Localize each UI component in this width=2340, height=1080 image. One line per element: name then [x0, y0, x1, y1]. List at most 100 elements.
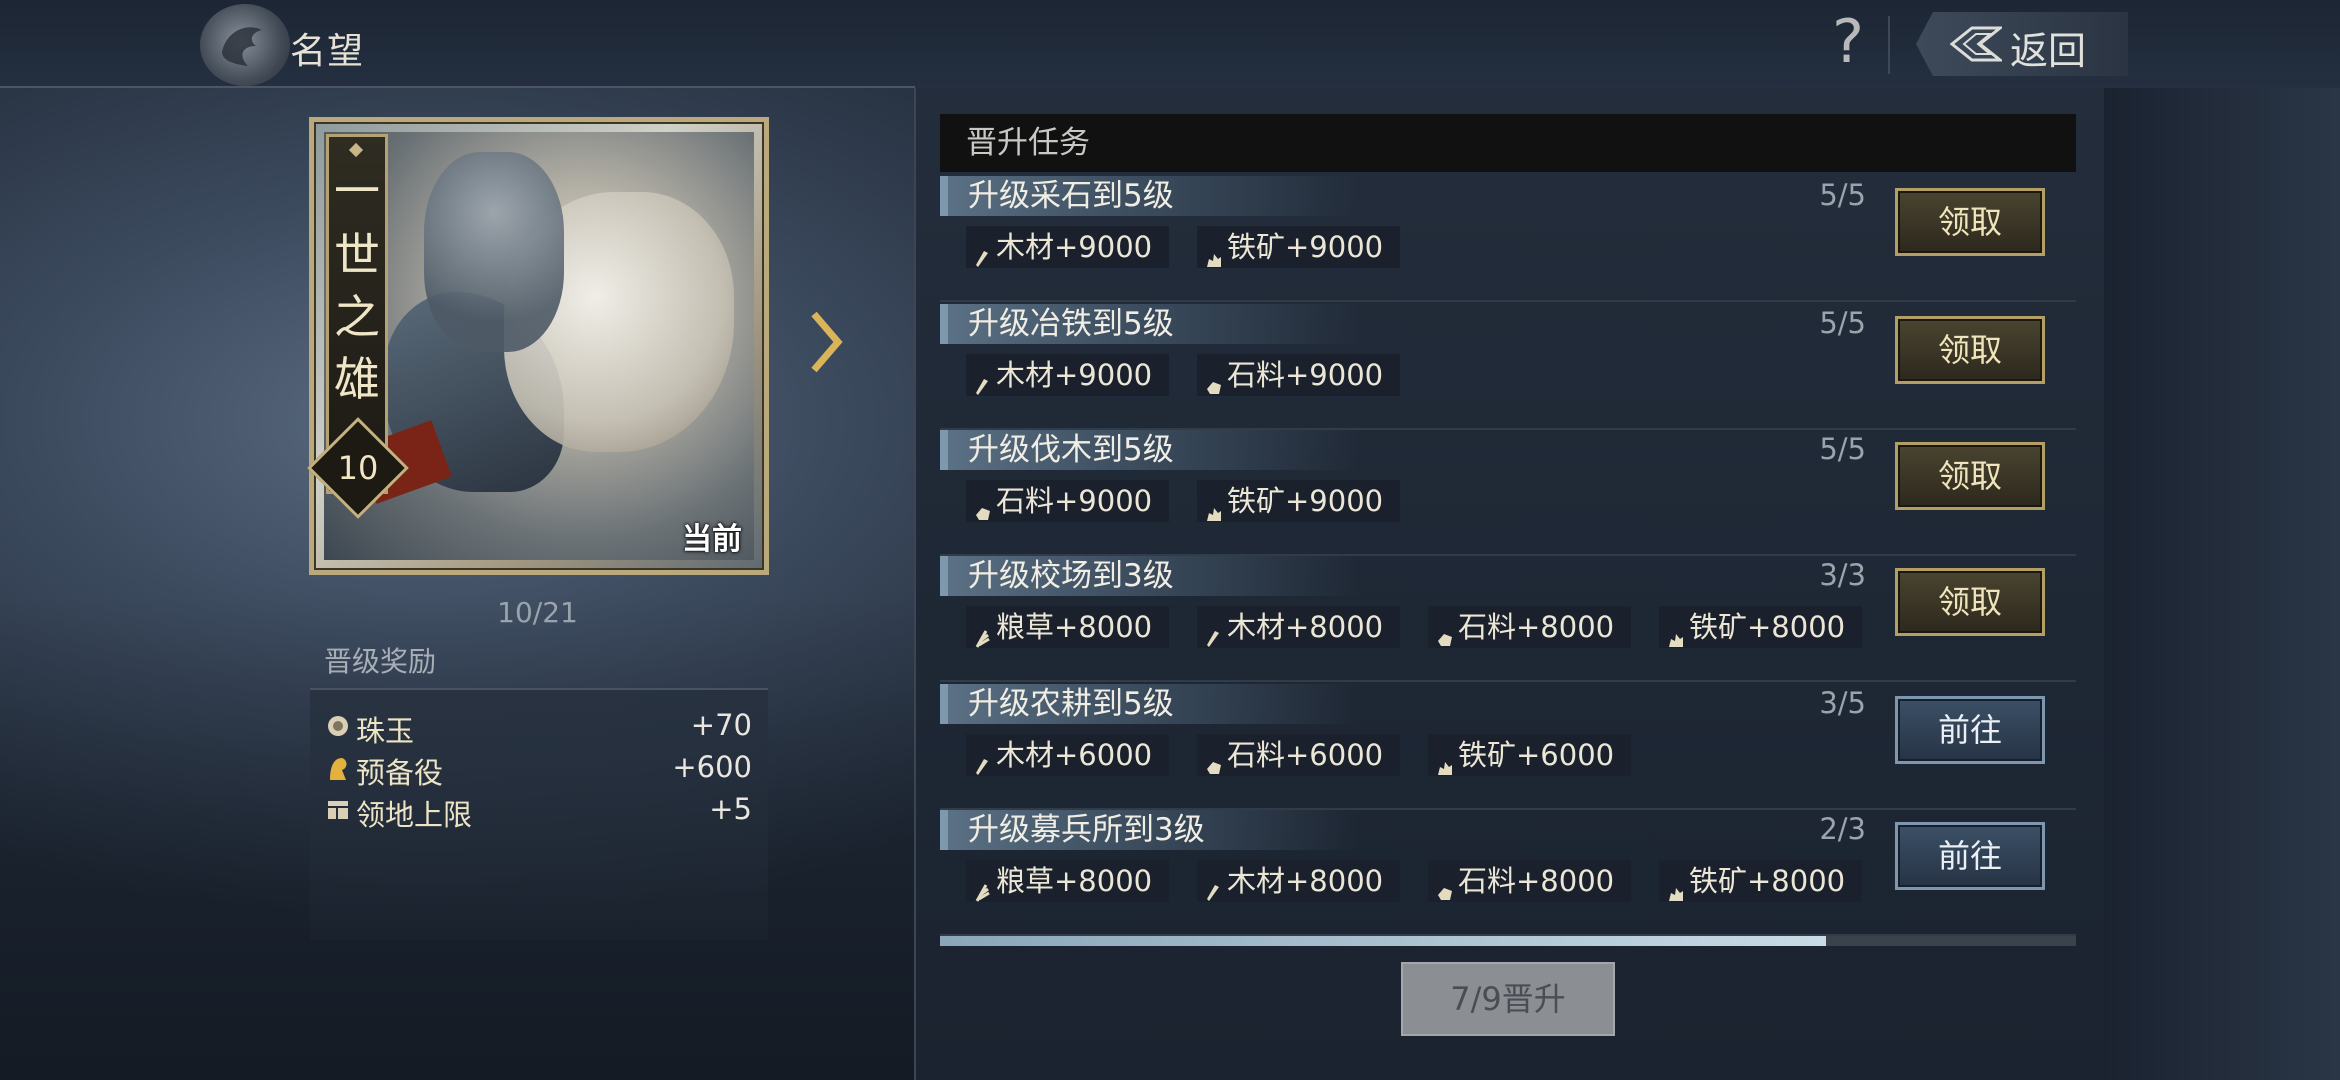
reward-row: 预备役 +600	[326, 748, 752, 790]
resource-reward-text: 木材+9000	[996, 230, 1153, 264]
rank-progress: 10/21	[497, 596, 578, 629]
rewards-title: 晋级奖励	[324, 645, 437, 678]
task-row: 升级冶铁到5级 5/5 木材+9000 石料+9000 领取	[940, 304, 2076, 430]
rank-card[interactable]: 一 世 之 雄 10 当前	[307, 117, 769, 575]
task-row: 升级采石到5级 5/5 木材+9000 铁矿+9000 领取	[940, 176, 2076, 302]
back-label: 返回	[2010, 29, 2087, 73]
reward-name: 珠玉	[356, 714, 415, 748]
reward-row: 领地上限 +5	[326, 790, 752, 832]
territory-icon	[328, 801, 348, 819]
resource-reward: 木材+6000	[966, 734, 1169, 776]
stone-icon	[974, 492, 992, 534]
task-name: 升级伐木到5级	[968, 432, 1174, 468]
wood-icon	[1205, 872, 1221, 914]
background-right	[2100, 0, 2340, 1080]
back-button[interactable]: 返回	[1916, 12, 2128, 76]
resource-reward-text: 铁矿+9000	[1227, 484, 1384, 518]
resource-reward-text: 石料+8000	[1458, 610, 1615, 644]
resource-reward-text: 木材+6000	[996, 738, 1153, 772]
reward-name: 领地上限	[356, 798, 473, 832]
help-icon[interactable]: ?	[1822, 10, 1874, 74]
task-name-accent	[940, 176, 948, 216]
iron-icon	[1667, 618, 1685, 660]
resource-reward: 铁矿+9000	[1197, 226, 1400, 268]
go-button[interactable]: 前往	[1895, 696, 2045, 764]
promotion-progress-bar	[940, 936, 2076, 946]
task-count: 3/5	[1819, 686, 1866, 720]
task-name: 升级募兵所到3级	[968, 812, 1205, 848]
task-name: 升级采石到5级	[968, 178, 1174, 214]
claim-button[interactable]: 领取	[1895, 568, 2045, 636]
go-button[interactable]: 前往	[1895, 822, 2045, 890]
resource-reward-text: 铁矿+8000	[1689, 864, 1846, 898]
iron-icon	[1205, 492, 1223, 534]
resource-reward-text: 木材+8000	[1227, 610, 1384, 644]
dragon-emblem-icon	[200, 4, 290, 86]
task-name-accent	[940, 810, 948, 850]
wood-icon	[1205, 618, 1221, 660]
iron-icon	[1667, 872, 1685, 914]
iron-icon	[1436, 746, 1454, 788]
task-name-accent	[940, 430, 948, 470]
resource-reward: 木材+9000	[966, 354, 1169, 396]
resource-reward-text: 石料+8000	[1458, 864, 1615, 898]
top-bar-divider	[0, 86, 915, 88]
resource-reward-text: 粮草+8000	[996, 610, 1153, 644]
resource-reward: 石料+9000	[966, 480, 1169, 522]
general-artwork	[324, 132, 754, 560]
task-count: 2/3	[1819, 812, 1866, 846]
grain-icon	[974, 618, 992, 660]
task-name: 升级冶铁到5级	[968, 306, 1174, 342]
task-name-accent	[940, 684, 948, 724]
task-count: 3/3	[1819, 558, 1866, 592]
rank-title-char: 之	[334, 290, 380, 344]
rank-title-char: 雄	[334, 352, 380, 406]
task-name-accent	[940, 304, 948, 344]
task-name: 升级农耕到5级	[968, 686, 1174, 722]
resource-reward: 粮草+8000	[966, 606, 1169, 648]
resource-reward: 铁矿+8000	[1659, 606, 1862, 648]
resource-reward-text: 石料+9000	[1227, 358, 1384, 392]
stone-icon	[1436, 618, 1454, 660]
resource-reward-text: 铁矿+8000	[1689, 610, 1846, 644]
iron-icon	[1205, 238, 1223, 280]
header-separator	[1888, 16, 1890, 74]
claim-button[interactable]: 领取	[1895, 316, 2045, 384]
stone-icon	[1205, 746, 1223, 788]
promote-button[interactable]: 7/9晋升	[1401, 962, 1615, 1036]
task-row: 升级农耕到5级 3/5 木材+6000 石料+6000 铁矿+6000 前往	[940, 684, 2076, 810]
pearl-icon	[328, 716, 348, 736]
rank-title-char: 世	[334, 228, 380, 282]
reward-row: 珠玉 +70	[326, 706, 752, 748]
resource-reward: 木材+9000	[966, 226, 1169, 268]
resource-reward-text: 铁矿+6000	[1458, 738, 1615, 772]
back-arrow-icon	[1950, 26, 2002, 62]
task-row: 升级伐木到5级 5/5 石料+9000 铁矿+9000 领取	[940, 430, 2076, 556]
resource-reward-text: 木材+9000	[996, 358, 1153, 392]
page-title: 名望	[290, 31, 365, 72]
resource-reward: 木材+8000	[1197, 606, 1400, 648]
resource-reward-text: 石料+6000	[1227, 738, 1384, 772]
rank-title-char: 一	[334, 164, 380, 218]
task-row: 升级校场到3级 3/3 粮草+8000 木材+8000 石料+8000 铁矿+8000 领取	[940, 556, 2076, 682]
task-count: 5/5	[1819, 432, 1866, 466]
task-count: 5/5	[1819, 178, 1866, 212]
resource-reward-text: 粮草+8000	[996, 864, 1153, 898]
claim-button[interactable]: 领取	[1895, 442, 2045, 510]
resource-reward-text: 木材+8000	[1227, 864, 1384, 898]
wood-icon	[974, 238, 990, 280]
resource-reward: 铁矿+9000	[1197, 480, 1400, 522]
resource-reward: 粮草+8000	[966, 860, 1169, 902]
promotion-progress-fill	[940, 936, 1827, 946]
reward-value: +70	[690, 708, 752, 742]
claim-button[interactable]: 领取	[1895, 188, 2045, 256]
reward-value: +5	[709, 792, 752, 826]
reward-value: +600	[672, 750, 752, 784]
next-rank-arrow-icon[interactable]	[808, 310, 844, 374]
rank-level: 10	[337, 449, 379, 487]
resource-reward: 石料+8000	[1428, 606, 1631, 648]
task-name: 升级校场到3级	[968, 558, 1174, 594]
stone-icon	[1205, 366, 1223, 408]
current-label: 当前	[682, 522, 742, 557]
stone-icon	[1436, 872, 1454, 914]
